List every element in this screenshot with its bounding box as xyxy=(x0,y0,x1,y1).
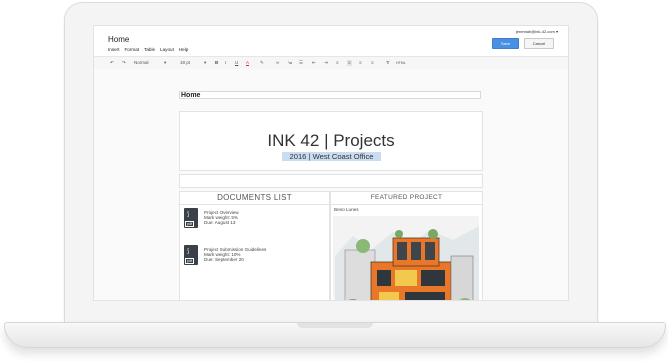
featured-project-panel: FEATURED PROJECT Beno Lunes xyxy=(330,191,483,300)
bold-icon[interactable]: B xyxy=(215,60,218,66)
save-button[interactable]: Save xyxy=(492,38,519,49)
document-page: Home INK 42 | Projects 2016 | West Coast… xyxy=(179,87,483,300)
underline-icon[interactable]: U xyxy=(235,60,238,66)
pdf-file-icon: ⟆ pdf xyxy=(184,208,198,228)
chevron-down-icon: ▾ xyxy=(555,29,558,34)
bulleted-list-icon[interactable]: ☰ xyxy=(299,60,303,66)
document-due: Due: September 20 xyxy=(204,257,244,263)
featured-project-heading: FEATURED PROJECT xyxy=(331,192,482,205)
indent-icon[interactable]: ⇥ xyxy=(324,60,328,66)
highlight-icon[interactable]: ✎ xyxy=(260,60,264,66)
documents-list-heading: DOCUMENTS LIST xyxy=(180,192,329,205)
documents-list-panel: DOCUMENTS LIST ⟆ pdf Project Overview Ma… xyxy=(179,191,330,300)
hero-subtitle: 2016 | West Coast Office xyxy=(282,152,381,161)
outdent-icon[interactable]: ⇤ xyxy=(312,60,316,66)
numbered-list-icon[interactable]: ≔ xyxy=(288,60,293,66)
chevron-down-icon[interactable]: ▾ xyxy=(204,60,206,66)
user-email: jeremiah@ink-42.com xyxy=(515,29,555,34)
cancel-button[interactable]: Cancel xyxy=(524,38,554,49)
menu-bar: Insert Format Table Layout Help xyxy=(108,47,188,52)
editor-toolbar: ↶ ↷ Normal ▾ 18 pt ▾ B I U A ✎ ∞ ≔ ☰ ⇤ ⇥… xyxy=(94,56,568,70)
font-size-select[interactable]: 18 pt xyxy=(180,60,190,66)
empty-row[interactable] xyxy=(179,174,483,188)
menu-item-insert[interactable]: Insert xyxy=(108,47,120,52)
laptop-base xyxy=(4,322,666,348)
undo-icon[interactable]: ↶ xyxy=(110,60,114,66)
document-due: Due: August 13 xyxy=(204,220,236,226)
laptop-screen: Home jeremiah@ink-42.com ▾ Save Cancel I… xyxy=(94,26,568,300)
redo-icon[interactable]: ↷ xyxy=(122,60,126,66)
hero-block[interactable]: INK 42 | Projects 2016 | West Coast Offi… xyxy=(179,111,483,171)
document-details: Project Submission Guidelines Mark weigh… xyxy=(204,247,304,263)
document-canvas: Home INK 42 | Projects 2016 | West Coast… xyxy=(94,69,568,300)
align-right-icon[interactable]: ≡ xyxy=(359,60,362,66)
pdf-label: pdf xyxy=(185,258,194,264)
laptop-notch xyxy=(297,323,373,328)
page-heading-field[interactable]: Home xyxy=(179,91,481,99)
paragraph-style-select[interactable]: Normal xyxy=(134,60,174,66)
featured-project-illustration[interactable] xyxy=(333,216,479,300)
paragraph-style-value: Normal xyxy=(134,60,149,65)
chevron-down-icon[interactable]: ▾ xyxy=(164,60,166,66)
menu-item-layout[interactable]: Layout xyxy=(160,47,174,52)
document-details: Project Overview Mark weight: 5% Due: Au… xyxy=(204,210,304,226)
menu-item-table[interactable]: Table xyxy=(144,47,155,52)
menu-item-format[interactable]: Format xyxy=(125,47,140,52)
page-title: Home xyxy=(108,35,130,44)
pdf-label: pdf xyxy=(185,221,194,227)
align-left-icon[interactable]: ≡ xyxy=(336,60,339,66)
italic-icon[interactable]: I xyxy=(225,60,226,66)
html-toggle[interactable]: HTML xyxy=(396,60,406,66)
pdf-file-icon: ⟆ pdf xyxy=(184,245,198,265)
font-size-value: 18 pt xyxy=(180,60,191,65)
menu-item-help[interactable]: Help xyxy=(179,47,188,52)
hero-title: INK 42 | Projects xyxy=(267,131,395,150)
acrobat-icon: ⟆ xyxy=(187,249,190,255)
user-account-menu[interactable]: jeremiah@ink-42.com ▾ xyxy=(516,29,558,34)
justify-icon[interactable]: ≡ xyxy=(371,60,374,66)
clear-format-icon[interactable]: T̸ xyxy=(386,60,389,66)
text-color-icon[interactable]: A xyxy=(246,60,249,66)
featured-author: Beno Lunes xyxy=(334,207,359,212)
link-icon[interactable]: ∞ xyxy=(276,60,279,66)
align-center-icon[interactable]: ≡ xyxy=(347,60,352,66)
acrobat-icon: ⟆ xyxy=(187,212,190,218)
